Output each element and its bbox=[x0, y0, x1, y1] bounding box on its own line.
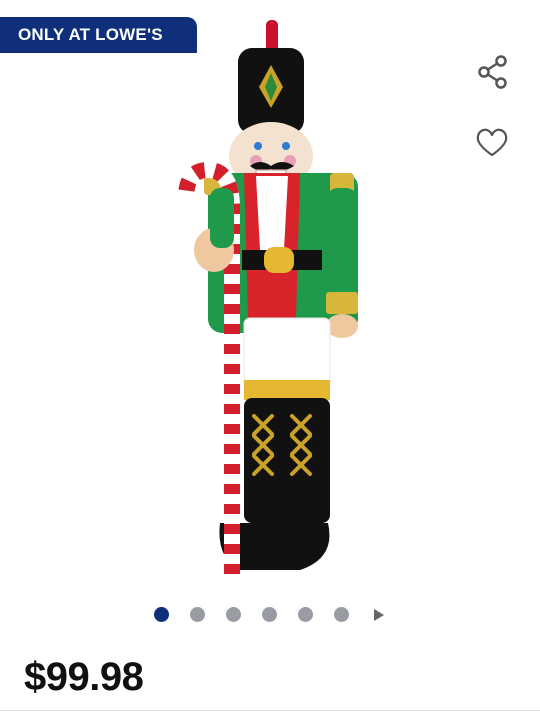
carousel-dot[interactable] bbox=[154, 607, 169, 622]
only-at-lowes-badge: ONLY AT LOWE'S bbox=[0, 17, 197, 53]
image-carousel-indicator bbox=[0, 605, 540, 625]
carousel-dot[interactable] bbox=[262, 607, 277, 622]
product-price: $99.98 bbox=[24, 655, 144, 699]
triangle-right-icon[interactable] bbox=[372, 607, 386, 623]
share-icon bbox=[478, 55, 507, 89]
carousel-dot[interactable] bbox=[226, 607, 241, 622]
favorite-button[interactable] bbox=[472, 123, 512, 163]
badge-label: ONLY AT LOWE'S bbox=[18, 25, 163, 44]
product-image-nutcracker-inflatable[interactable] bbox=[170, 18, 370, 580]
carousel-dot[interactable] bbox=[190, 607, 205, 622]
carousel-dot[interactable] bbox=[334, 607, 349, 622]
divider bbox=[0, 710, 540, 711]
heart-outline-icon bbox=[476, 128, 508, 157]
share-button[interactable] bbox=[472, 52, 512, 92]
carousel-dot[interactable] bbox=[298, 607, 313, 622]
